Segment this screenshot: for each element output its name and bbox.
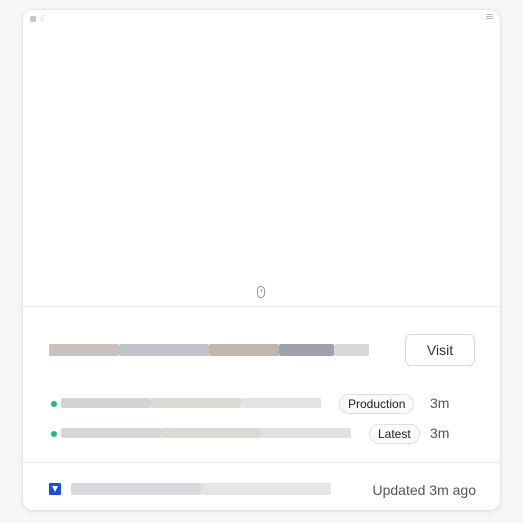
repository-name-redacted[interactable]: [71, 483, 201, 495]
updated-timestamp: Updated 3m ago: [372, 482, 476, 498]
project-card[interactable]: ☾ Visit Production 3m Latest 3m Updated …: [23, 10, 500, 510]
deployment-row-latest[interactable]: Latest 3m: [23, 424, 500, 444]
menu-icon[interactable]: [486, 14, 493, 19]
site-preview[interactable]: ☾: [23, 10, 500, 307]
environment-badge: Production: [339, 394, 415, 414]
repository-logo-icon: [49, 483, 61, 495]
card-footer: Updated 3m ago: [23, 462, 500, 510]
deployment-url-redacted[interactable]: [61, 428, 161, 438]
status-dot-icon: [51, 401, 57, 407]
deployment-row-production[interactable]: Production 3m: [23, 394, 500, 414]
preview-toolbar: ☾: [30, 15, 47, 23]
status-dot-icon: [51, 431, 57, 437]
mouse-scroll-icon: [257, 286, 265, 298]
deployment-url-redacted[interactable]: [61, 398, 151, 408]
deployment-age: 3m: [430, 425, 450, 441]
window-icon: [30, 16, 36, 22]
moon-icon[interactable]: ☾: [40, 15, 47, 23]
environment-badge: Latest: [369, 424, 420, 444]
visit-button[interactable]: Visit: [405, 334, 475, 366]
deployment-age: 3m: [430, 395, 450, 411]
